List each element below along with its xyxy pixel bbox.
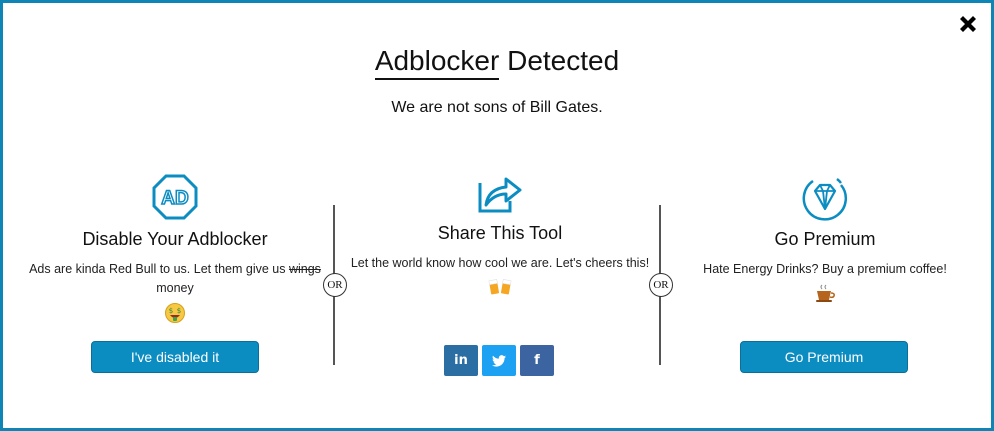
title-underlined-word: Adblocker [374, 45, 500, 80]
beer-cheers-emoji [488, 279, 512, 295]
money-face-emoji: $ $ [165, 303, 185, 323]
or-separator: OR [649, 273, 673, 297]
facebook-button[interactable]: f [520, 345, 554, 376]
twitter-icon [492, 354, 506, 367]
close-icon[interactable] [957, 13, 979, 35]
title-rest: Detected [499, 45, 620, 76]
svg-text:$: $ [169, 307, 173, 315]
go-premium-heading: Go Premium [774, 229, 876, 249]
disable-adblocker-section: AD Disable Your Adblocker Ads are kinda … [25, 173, 325, 324]
modal-subtitle: We are not sons of Bill Gates. [391, 99, 603, 116]
social-share-buttons: in f [444, 345, 554, 376]
coffee-emoji [816, 284, 835, 302]
disable-adblocker-heading: Disable Your Adblocker [82, 229, 268, 249]
twitter-button[interactable] [482, 345, 516, 376]
share-icon [478, 177, 522, 213]
svg-text:AD: AD [161, 188, 188, 209]
linkedin-button[interactable]: in [444, 345, 478, 376]
strikethrough-word: wings [288, 262, 321, 276]
go-premium-button[interactable]: Go Premium [740, 341, 908, 373]
disabled-it-button[interactable]: I've disabled it [91, 341, 259, 373]
adblock-modal: Adblocker Detected We are not sons of Bi… [0, 0, 994, 431]
text-part: Ads are kinda Red Bull to us. Let them g… [29, 262, 289, 276]
go-premium-section: Go Premium Hate Energy Drinks? Buy a pre… [675, 173, 975, 303]
share-tool-section: Share This Tool Let the world know how c… [350, 173, 650, 297]
facebook-icon: f [534, 353, 540, 368]
share-tool-heading: Share This Tool [437, 223, 563, 243]
disable-adblocker-text: Ads are kinda Red Bull to us. Let them g… [25, 260, 325, 298]
share-tool-text: Let the world know how cool we are. Let'… [350, 256, 650, 270]
svg-text:$: $ [177, 307, 181, 315]
ad-icon: AD [152, 174, 198, 220]
diamond-icon [802, 178, 848, 221]
modal-title: Adblocker Detected [3, 45, 991, 80]
text-part: money [156, 281, 194, 295]
or-separator: OR [323, 273, 347, 297]
linkedin-icon: in [454, 353, 468, 368]
go-premium-text: Hate Energy Drinks? Buy a premium coffee… [703, 262, 947, 276]
